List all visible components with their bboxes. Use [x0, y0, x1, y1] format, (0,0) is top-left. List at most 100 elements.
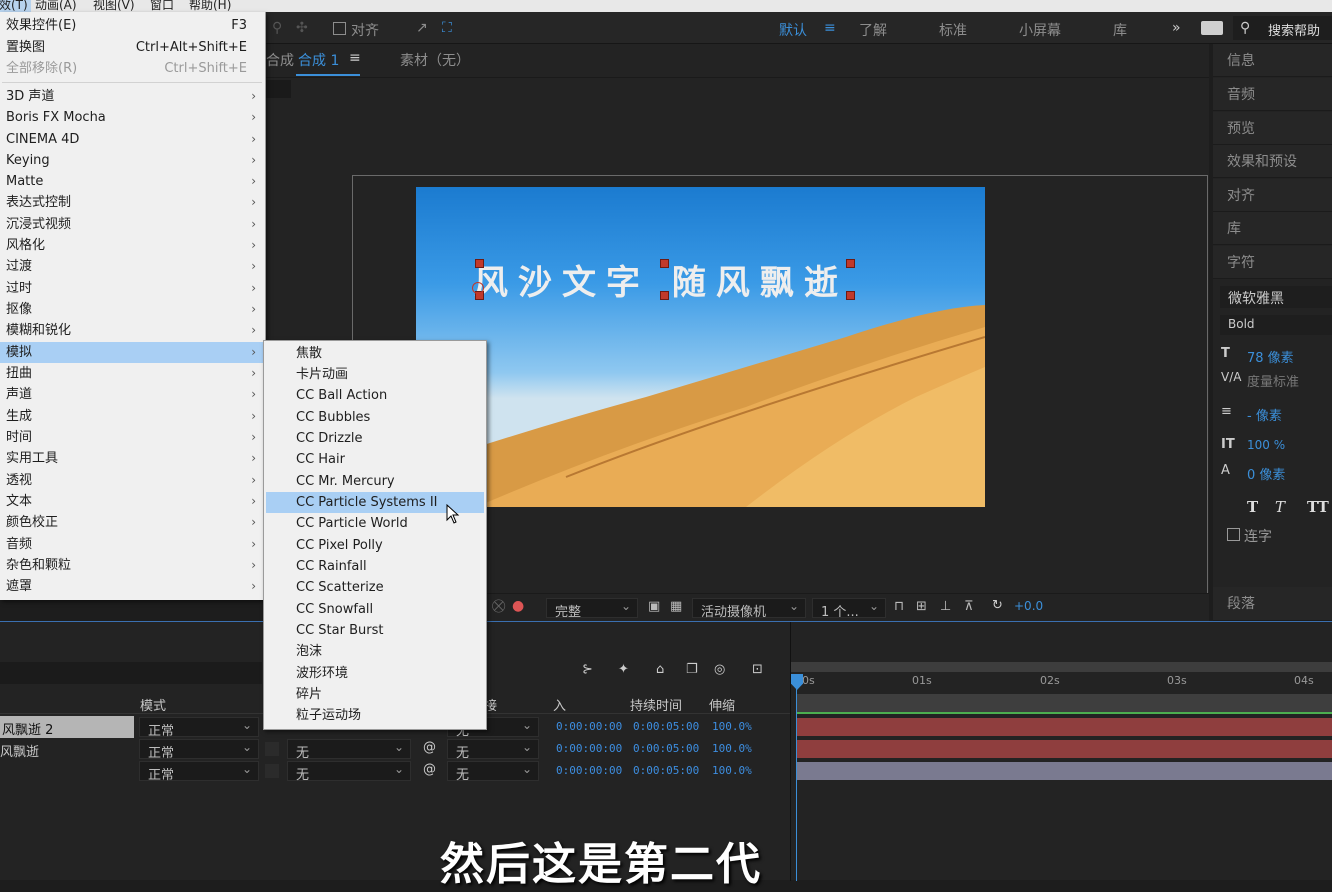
layer-stretch[interactable]: 100.0% — [712, 742, 752, 755]
markers-icon[interactable]: ⊡ — [752, 662, 763, 677]
menu-item-blur-sharpen[interactable]: 模糊和锐化 › — [0, 320, 265, 341]
menu-item-channel[interactable]: 声道 › — [0, 384, 265, 405]
menu-item-generate[interactable]: 生成 › — [0, 406, 265, 427]
search-help-label[interactable]: 搜索帮助 — [1268, 20, 1320, 39]
menu-item-color-correction[interactable]: 颜色校正 › — [0, 512, 265, 533]
workspace-learn[interactable]: 了解 — [859, 20, 887, 40]
timeline-search-field[interactable] — [0, 662, 262, 684]
menu-item-cinema-4d[interactable]: CINEMA 4D › — [0, 129, 265, 150]
layer-duration[interactable]: 0:00:05:00 — [633, 742, 699, 755]
submenu-item-card-dance[interactable]: 卡片动画 — [266, 364, 484, 385]
menu-item-utility[interactable]: 实用工具 › — [0, 448, 265, 469]
submenu-item-cc-drizzle[interactable]: CC Drizzle — [266, 428, 484, 449]
ligatures-checkbox[interactable] — [1227, 528, 1240, 541]
menu-item-expression-controls[interactable]: 表达式控制 › — [0, 192, 265, 213]
resolution-dropdown[interactable]: 完整 ⌄ — [546, 598, 638, 620]
font-size-value[interactable]: 78 像素 — [1247, 347, 1294, 366]
layer-row[interactable]: 风飘逝 正常 ⌄ 无 ⌄ @ 无 ⌄ 0:00:00:00 0:00:05:00 10… — [0, 738, 790, 761]
pick-whip-icon[interactable]: @ — [423, 762, 436, 777]
menu-item-displacement-map[interactable]: 置换图 Ctrl+Alt+Shift+E — [0, 37, 265, 58]
menu-item-text[interactable]: 文本 › — [0, 491, 265, 512]
transparency-grid-icon[interactable]: ⛒ — [492, 599, 505, 614]
bbox-handle-br[interactable] — [846, 291, 855, 300]
frame-blending-icon[interactable]: ⌂ — [656, 662, 664, 677]
layer-in-point[interactable]: 0:00:00:00 — [556, 742, 622, 755]
comp-canvas[interactable]: 风沙文字 随风飘逝 — [416, 187, 985, 507]
preserve-transparency-box[interactable] — [265, 764, 279, 778]
layer-name[interactable]: 风飘逝 — [0, 741, 39, 760]
tab-menu-icon[interactable]: ≡ — [349, 50, 361, 66]
menu-item-stylize[interactable]: 风格化 › — [0, 235, 265, 256]
menu-item-perspective[interactable]: 透视 › — [0, 470, 265, 491]
menu-item-transition[interactable]: 过渡 › — [0, 256, 265, 277]
menu-item-effect-controls[interactable]: 效果控件(E) F3 — [0, 15, 265, 36]
menu-help[interactable]: 帮助(H) — [189, 0, 231, 12]
submenu-item-cc-star-burst[interactable]: CC Star Burst — [266, 620, 484, 641]
layer-in-point[interactable]: 0:00:00:00 — [556, 764, 622, 777]
panel-paragraph[interactable]: 段落 — [1213, 587, 1332, 621]
layer-stretch[interactable]: 100.0% — [712, 764, 752, 777]
menu-item-distort[interactable]: 扭曲 › — [0, 363, 265, 384]
sync-settings-icon[interactable] — [1201, 21, 1223, 35]
submenu-item-wave-world[interactable]: 波形环境 — [266, 663, 484, 684]
align-checkbox[interactable] — [333, 22, 346, 35]
comp-nav-chip[interactable] — [266, 80, 291, 98]
font-style-field[interactable]: Bold — [1220, 315, 1332, 335]
camera-dropdown[interactable]: 活动摄像机 ⌄ — [692, 598, 806, 620]
layer-in-point[interactable]: 0:00:00:00 — [556, 720, 622, 733]
submenu-item-cc-scatterize[interactable]: CC Scatterize — [266, 577, 484, 598]
bbox-handle-tm[interactable] — [660, 259, 669, 268]
menu-effect[interactable]: 效(T) — [0, 0, 31, 12]
submenu-item-foam[interactable]: 泡沫 — [266, 641, 484, 662]
layer-duration-bar[interactable] — [797, 740, 1332, 758]
pin-tool-icon[interactable]: ✣ — [296, 20, 308, 36]
menu-item-matte-cn[interactable]: 遮罩 › — [0, 576, 265, 597]
panel-effects-presets[interactable]: 效果和预设 — [1213, 145, 1332, 178]
panel-preview[interactable]: 预览 — [1213, 112, 1332, 145]
layer-stretch[interactable]: 100.0% — [712, 720, 752, 733]
track-matte-dropdown[interactable]: 无 ⌄ — [287, 739, 411, 761]
draft-3d-icon[interactable]: ✦ — [618, 662, 629, 677]
tab-comp-1[interactable]: 合成 1 — [298, 50, 339, 70]
workspace-menu-icon[interactable]: ≡ — [824, 20, 836, 36]
submenu-item-cc-mr-mercury[interactable]: CC Mr. Mercury — [266, 471, 484, 492]
submenu-item-cc-hair[interactable]: CC Hair — [266, 449, 484, 470]
menu-item-boris-mocha[interactable]: Boris FX Mocha › — [0, 107, 265, 128]
stroke-width-value[interactable]: - 像素 — [1247, 405, 1282, 424]
menu-item-keying-cn[interactable]: 抠像 › — [0, 299, 265, 320]
submenu-item-cc-bubbles[interactable]: CC Bubbles — [266, 407, 484, 428]
workspace-libraries[interactable]: 库 — [1113, 20, 1127, 40]
more-workspaces-icon[interactable]: » — [1172, 20, 1181, 36]
layer-duration[interactable]: 0:00:05:00 — [633, 764, 699, 777]
transparency-toggle-icon[interactable]: ▦ — [670, 599, 682, 614]
bbox-handle-tr[interactable] — [846, 259, 855, 268]
blend-mode-dropdown[interactable]: 正常 ⌄ — [139, 717, 259, 739]
pick-whip-icon[interactable]: @ — [423, 740, 436, 755]
region-of-interest-icon[interactable]: ▣ — [648, 599, 660, 614]
menu-item-obsolete[interactable]: 过时 › — [0, 278, 265, 299]
workspace-small-screen[interactable]: 小屏幕 — [1019, 20, 1061, 40]
menu-item-matte[interactable]: Matte › — [0, 171, 265, 192]
layer-name[interactable]: 风飘逝 2 — [0, 716, 134, 738]
channel-color-icon[interactable]: ● — [512, 598, 524, 614]
flowchart-icon[interactable]: ⊼ — [964, 599, 974, 614]
views-dropdown[interactable]: 1 个... ⌄ — [812, 598, 886, 620]
layer-duration[interactable]: 0:00:05:00 — [633, 720, 699, 733]
menu-item-audio[interactable]: 音频 › — [0, 534, 265, 555]
submenu-item-particle-playground[interactable]: 粒子运动场 — [266, 705, 484, 726]
kerning-value[interactable]: 度量标准 — [1247, 371, 1299, 390]
bbox-handle-tl[interactable] — [475, 259, 484, 268]
menu-view[interactable]: 视图(V) — [93, 0, 135, 12]
anchor-point-icon[interactable] — [472, 282, 484, 294]
panel-info[interactable]: 信息 — [1213, 44, 1332, 77]
pixel-aspect-icon[interactable]: ⊞ — [916, 599, 927, 614]
motion-blur-icon[interactable]: ❐ — [686, 662, 698, 677]
time-ruler[interactable]: 0s 01s 02s 03s 04s — [790, 674, 1332, 692]
font-family-field[interactable]: 微软雅黑 — [1220, 286, 1332, 308]
blend-mode-dropdown[interactable]: 正常 ⌄ — [139, 761, 259, 783]
parent-dropdown[interactable]: 无 ⌄ — [447, 761, 539, 783]
menu-item-noise-grain[interactable]: 杂色和颗粒 › — [0, 555, 265, 576]
menu-animation[interactable]: 动画(A) — [35, 0, 77, 12]
reset-exposure-icon[interactable]: ↻ — [992, 598, 1003, 613]
submenu-item-cc-ball-action[interactable]: CC Ball Action — [266, 385, 484, 406]
